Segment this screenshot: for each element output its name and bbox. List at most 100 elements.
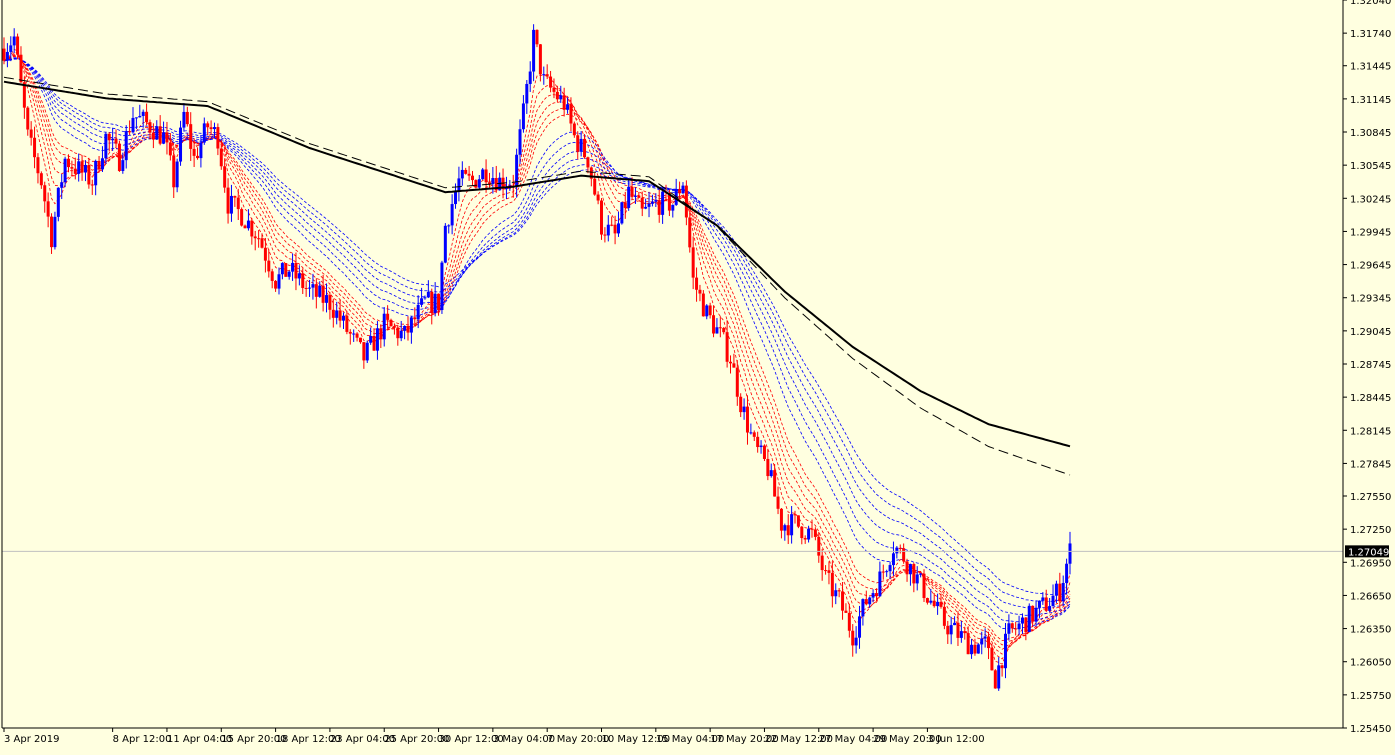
y-tick-label: 1.30845	[1350, 128, 1391, 139]
candle-body	[878, 571, 882, 597]
y-tick-label: 1.29045	[1350, 327, 1391, 338]
chart-background	[0, 0, 1395, 755]
candle-body	[830, 572, 834, 597]
y-tick-label: 1.27250	[1350, 525, 1391, 536]
candle-body	[43, 185, 47, 202]
candle-body	[16, 36, 20, 55]
candle-body	[532, 29, 536, 72]
candle-body	[983, 636, 987, 639]
candle-body	[392, 326, 396, 328]
candle-body	[33, 137, 37, 158]
candle-body	[182, 111, 186, 128]
candle-body	[1010, 623, 1014, 629]
candle-body	[26, 107, 30, 130]
candle-body	[36, 157, 40, 174]
candle-body	[939, 601, 943, 607]
y-tick-label: 1.25750	[1350, 691, 1391, 702]
candle-body	[56, 187, 60, 217]
candle-body	[145, 111, 149, 123]
candle-body	[328, 295, 332, 310]
candle-body	[1061, 582, 1065, 602]
candle-body	[443, 225, 447, 263]
candle-body	[2, 48, 6, 61]
candle-body	[902, 548, 906, 562]
candle-body	[1027, 605, 1031, 633]
y-tick-label: 1.31445	[1350, 62, 1391, 73]
candle-body	[891, 553, 895, 566]
candle-body	[338, 310, 342, 321]
candle-body	[297, 273, 301, 279]
candle-body	[973, 644, 977, 654]
candle-body	[647, 203, 651, 207]
candle-body	[569, 104, 573, 124]
candle-body	[769, 470, 773, 477]
candle-body	[953, 622, 957, 626]
candle-body	[12, 36, 16, 46]
candle-body	[430, 291, 434, 313]
candle-body	[216, 127, 220, 149]
candle-body	[813, 529, 817, 537]
candle-body	[53, 216, 57, 248]
candle-body	[528, 71, 532, 84]
candle-body	[467, 173, 471, 176]
candle-body	[460, 169, 464, 179]
candle-body	[308, 287, 312, 289]
candle-body	[124, 131, 128, 161]
candle-body	[966, 633, 970, 655]
candle-body	[640, 197, 644, 209]
candle-body	[1058, 583, 1062, 602]
candle-body	[447, 225, 451, 227]
candle-body	[409, 317, 413, 333]
candle-body	[39, 173, 43, 186]
candle-body	[416, 304, 420, 320]
candle-body	[708, 305, 712, 316]
candle-body	[477, 179, 481, 188]
candle-body	[185, 111, 189, 125]
candle-body	[1037, 600, 1041, 608]
candle-body	[240, 209, 244, 226]
candle-body	[538, 44, 542, 75]
candle-body	[779, 508, 783, 531]
candle-body	[851, 630, 855, 646]
candle-body	[209, 127, 213, 130]
y-tick-label: 1.28445	[1350, 393, 1391, 404]
y-tick-label: 1.29645	[1350, 261, 1391, 272]
candle-body	[433, 293, 437, 313]
candle-body	[138, 115, 142, 118]
candle-body	[908, 564, 912, 575]
candle-body	[654, 200, 658, 202]
candle-body	[718, 327, 722, 329]
candle-body	[596, 194, 600, 201]
candle-body	[542, 74, 546, 76]
candle-body	[586, 157, 590, 168]
candle-body	[963, 631, 967, 634]
candle-body	[46, 201, 50, 217]
candle-body	[803, 538, 807, 540]
candle-body	[87, 164, 91, 185]
candle-body	[518, 129, 522, 155]
candle-body	[128, 131, 132, 133]
candle-body	[620, 202, 624, 224]
candle-body	[712, 315, 716, 334]
candle-body	[997, 665, 1001, 689]
candle-body	[250, 220, 254, 237]
candle-body	[756, 436, 760, 448]
candle-body	[616, 223, 620, 234]
candle-body	[219, 148, 223, 167]
x-tick-label: 8 Apr 12:00	[113, 734, 172, 745]
candle-body	[630, 186, 634, 197]
candle-body	[807, 528, 811, 540]
candle-body	[134, 117, 138, 119]
candle-body	[786, 525, 790, 536]
candle-body	[358, 337, 362, 343]
candle-body	[50, 216, 54, 248]
candle-body	[827, 570, 831, 573]
y-tick-label: 1.31740	[1350, 29, 1391, 40]
candle-body	[470, 175, 474, 181]
candle-body	[970, 644, 974, 655]
price-chart[interactable]: 1.32040 1.31740 1.31445 1.31145 1.30845 1.305…	[0, 0, 1395, 755]
candle-body	[413, 317, 417, 320]
candle-body	[773, 470, 777, 497]
candle-body	[80, 161, 84, 173]
candle-body	[1031, 605, 1035, 622]
